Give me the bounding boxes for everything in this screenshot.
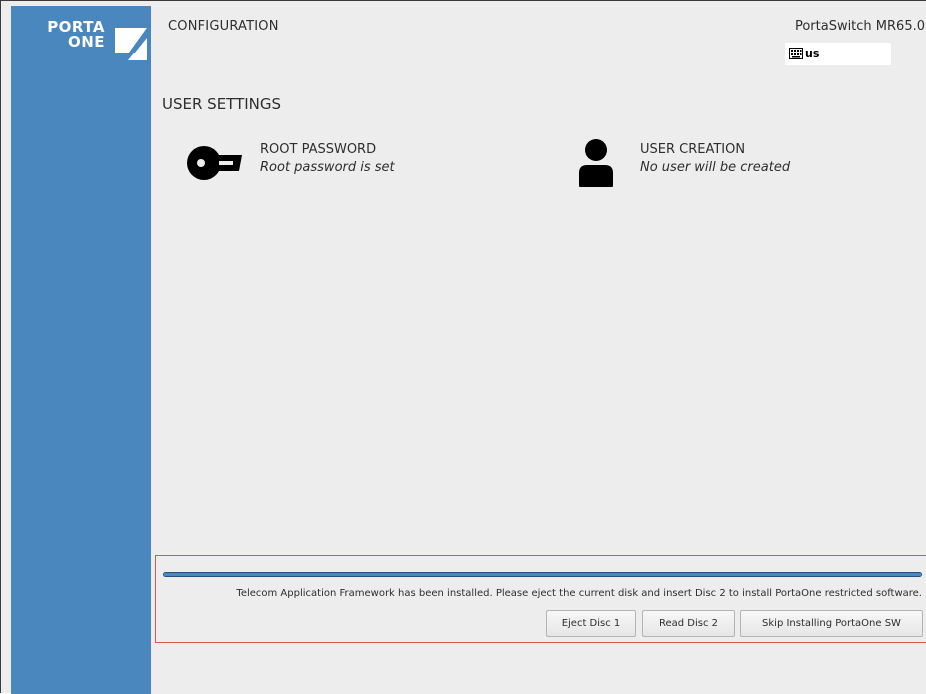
read-disc-button[interactable]: Read Disc 2 bbox=[642, 610, 735, 637]
user-icon bbox=[579, 139, 613, 187]
key-icon bbox=[187, 146, 242, 180]
install-status-panel: Telecom Application Framework has been i… bbox=[155, 555, 926, 643]
product-name: PortaSwitch MR65.0 bbox=[794, 19, 925, 34]
logo-mark-icon bbox=[115, 28, 147, 60]
page-title: CONFIGURATION bbox=[168, 19, 279, 34]
logo-line-one: ONE bbox=[67, 33, 105, 51]
skip-install-button[interactable]: Skip Installing PortaOne SW bbox=[740, 610, 923, 637]
root-password-title: ROOT PASSWORD bbox=[260, 142, 377, 157]
user-creation-title: USER CREATION bbox=[640, 142, 746, 157]
installer-window: PORTA ONE CONFIGURATION PortaSwitch MR65… bbox=[0, 0, 926, 694]
section-title: USER SETTINGS bbox=[162, 95, 282, 113]
keyboard-layout-label: us bbox=[805, 47, 820, 60]
user-creation-status: No user will be created bbox=[640, 160, 791, 175]
install-progress-bar bbox=[163, 572, 922, 577]
portaone-logo: PORTA ONE bbox=[35, 20, 151, 64]
keyboard-layout-indicator[interactable]: us bbox=[785, 43, 891, 65]
eject-disc-button[interactable]: Eject Disc 1 bbox=[546, 610, 636, 637]
sidebar: PORTA ONE bbox=[11, 6, 151, 694]
install-progress-fill bbox=[164, 573, 921, 576]
keyboard-icon bbox=[789, 48, 803, 59]
main-panel: CONFIGURATION PortaSwitch MR65.0 us USER… bbox=[151, 6, 926, 694]
install-message: Telecom Application Framework has been i… bbox=[236, 588, 922, 599]
root-password-status: Root password is set bbox=[260, 160, 395, 175]
user-creation-spoke[interactable]: USER CREATION No user will be created bbox=[577, 137, 827, 193]
root-password-spoke[interactable]: ROOT PASSWORD Root password is set bbox=[184, 137, 434, 193]
